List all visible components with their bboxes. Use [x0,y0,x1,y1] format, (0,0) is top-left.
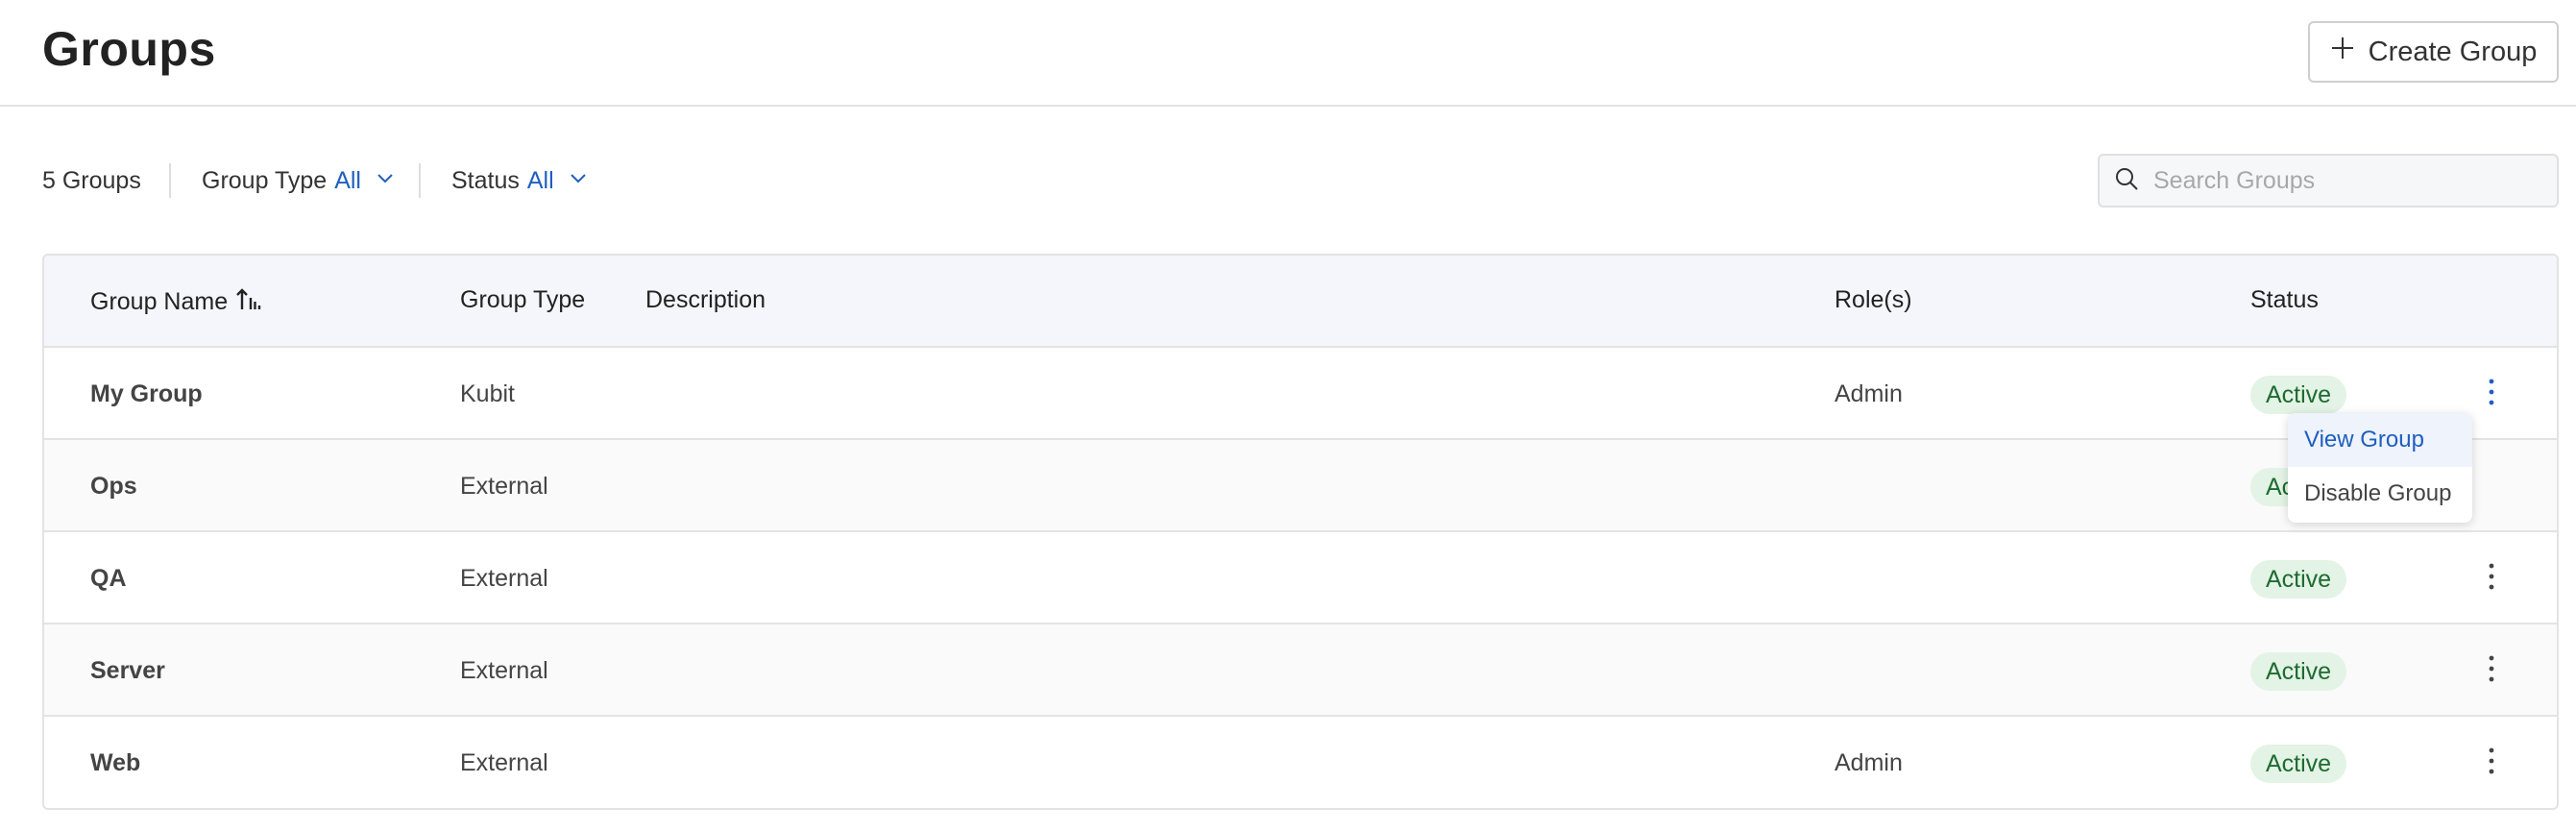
table-header: Group Name Group Type Description Role(s… [44,256,2557,348]
group-roles: Admin [1835,749,1903,776]
page-header: Groups Create Group [0,0,2576,107]
table-row[interactable]: QA External Active [44,532,2557,624]
kebab-menu-icon [2489,379,2494,405]
divider [169,163,171,198]
create-group-button[interactable]: Create Group [2308,21,2559,83]
row-actions-button[interactable] [2480,373,2503,411]
group-roles: Admin [1835,380,1903,407]
search-box[interactable] [2098,154,2559,208]
filter-label: Status [451,166,520,194]
group-name: QA [90,565,127,592]
chevron-down-icon [562,167,589,195]
group-type: External [460,657,548,684]
table-row[interactable]: My Group Kubit Admin Active [44,348,2557,440]
filter-toolbar: 5 Groups Group Type All Status All [0,144,2576,217]
row-actions-button[interactable] [2480,742,2503,780]
filter-label: Group Type [202,166,328,194]
status-badge: Active [2250,745,2347,783]
group-name: Ops [90,473,137,500]
kebab-menu-icon [2489,655,2494,682]
row-actions-button[interactable] [2480,557,2503,596]
search-icon [2113,165,2140,197]
status-badge: Active [2250,376,2347,414]
filter-value: All [526,166,554,194]
column-header-description: Description [645,286,766,313]
column-header-status: Status [2250,286,2319,313]
plus-icon [2330,36,2355,68]
menu-item-view-group[interactable]: View Group [2288,413,2472,467]
create-group-label: Create Group [2368,36,2538,67]
group-type-filter[interactable]: Group Type All [202,163,396,198]
kebab-menu-icon [2489,563,2494,590]
group-type: External [460,749,548,776]
table-row[interactable]: Web External Admin Active [44,717,2557,808]
column-header-group-type: Group Type [460,286,586,313]
filter-value: All [334,166,361,194]
group-type: Kubit [460,380,515,407]
search-input[interactable] [2153,166,2538,195]
column-header-group-name[interactable]: Group Name [90,286,262,316]
divider [419,163,421,198]
groups-table: Group Name Group Type Description Role(s… [42,254,2559,810]
table-row[interactable]: Ops External Active [44,440,2557,532]
row-actions-button[interactable] [2480,649,2503,688]
menu-item-disable-group[interactable]: Disable Group [2288,467,2472,521]
chevron-down-icon [369,167,396,195]
group-name: Server [90,657,165,684]
status-badge: Active [2250,652,2347,691]
row-actions-menu: View Group Disable Group [2288,413,2472,523]
group-name: My Group [90,380,203,407]
group-type: External [460,473,548,500]
status-filter[interactable]: Status All [451,163,589,198]
column-header-roles: Role(s) [1835,286,1912,313]
kebab-menu-icon [2489,747,2494,774]
page-title: Groups [42,22,216,76]
column-label: Group Name [90,288,229,315]
status-badge: Active [2250,560,2347,599]
group-name: Web [90,749,141,776]
sort-icon[interactable] [235,286,262,313]
table-row[interactable]: Server External Active [44,624,2557,717]
group-type: External [460,565,548,592]
group-count: 5 Groups [42,167,141,194]
